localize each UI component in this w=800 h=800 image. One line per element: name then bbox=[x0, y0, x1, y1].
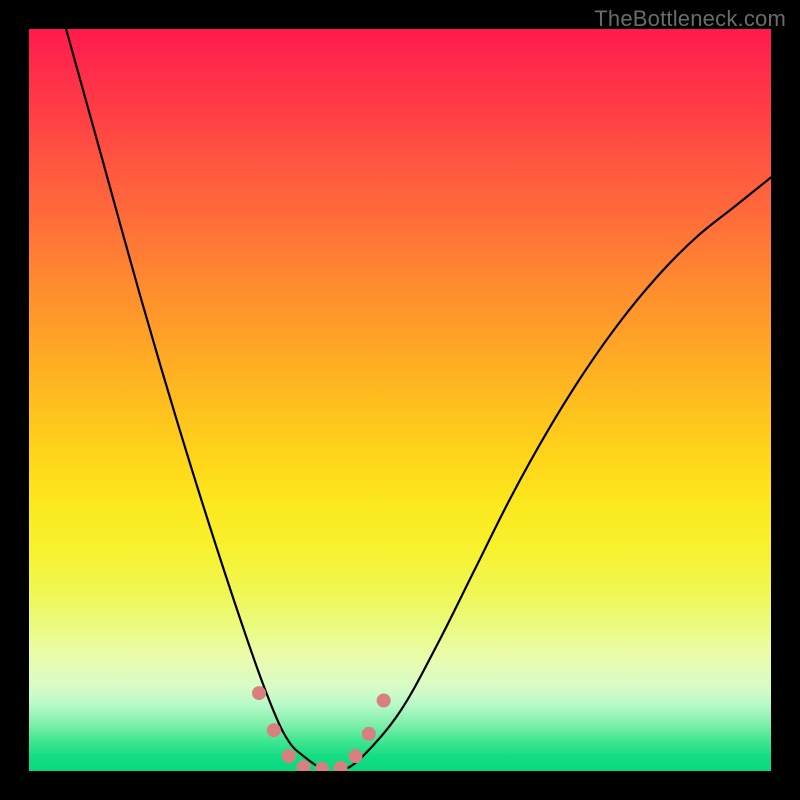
highlight-point bbox=[362, 727, 376, 741]
highlight-point bbox=[267, 723, 281, 737]
highlight-point bbox=[297, 760, 311, 771]
highlight-point bbox=[334, 761, 348, 771]
highlight-point bbox=[348, 749, 362, 763]
curve bbox=[66, 29, 771, 771]
watermark: TheBottleneck.com bbox=[594, 6, 786, 32]
highlight-point bbox=[252, 686, 266, 700]
chart-stage: TheBottleneck.com bbox=[0, 0, 800, 800]
plot-area bbox=[29, 29, 771, 771]
chart-overlay bbox=[29, 29, 771, 771]
highlight-point bbox=[315, 762, 329, 771]
highlight-point bbox=[282, 749, 296, 763]
marker-group bbox=[252, 686, 391, 771]
highlight-point bbox=[377, 694, 391, 708]
